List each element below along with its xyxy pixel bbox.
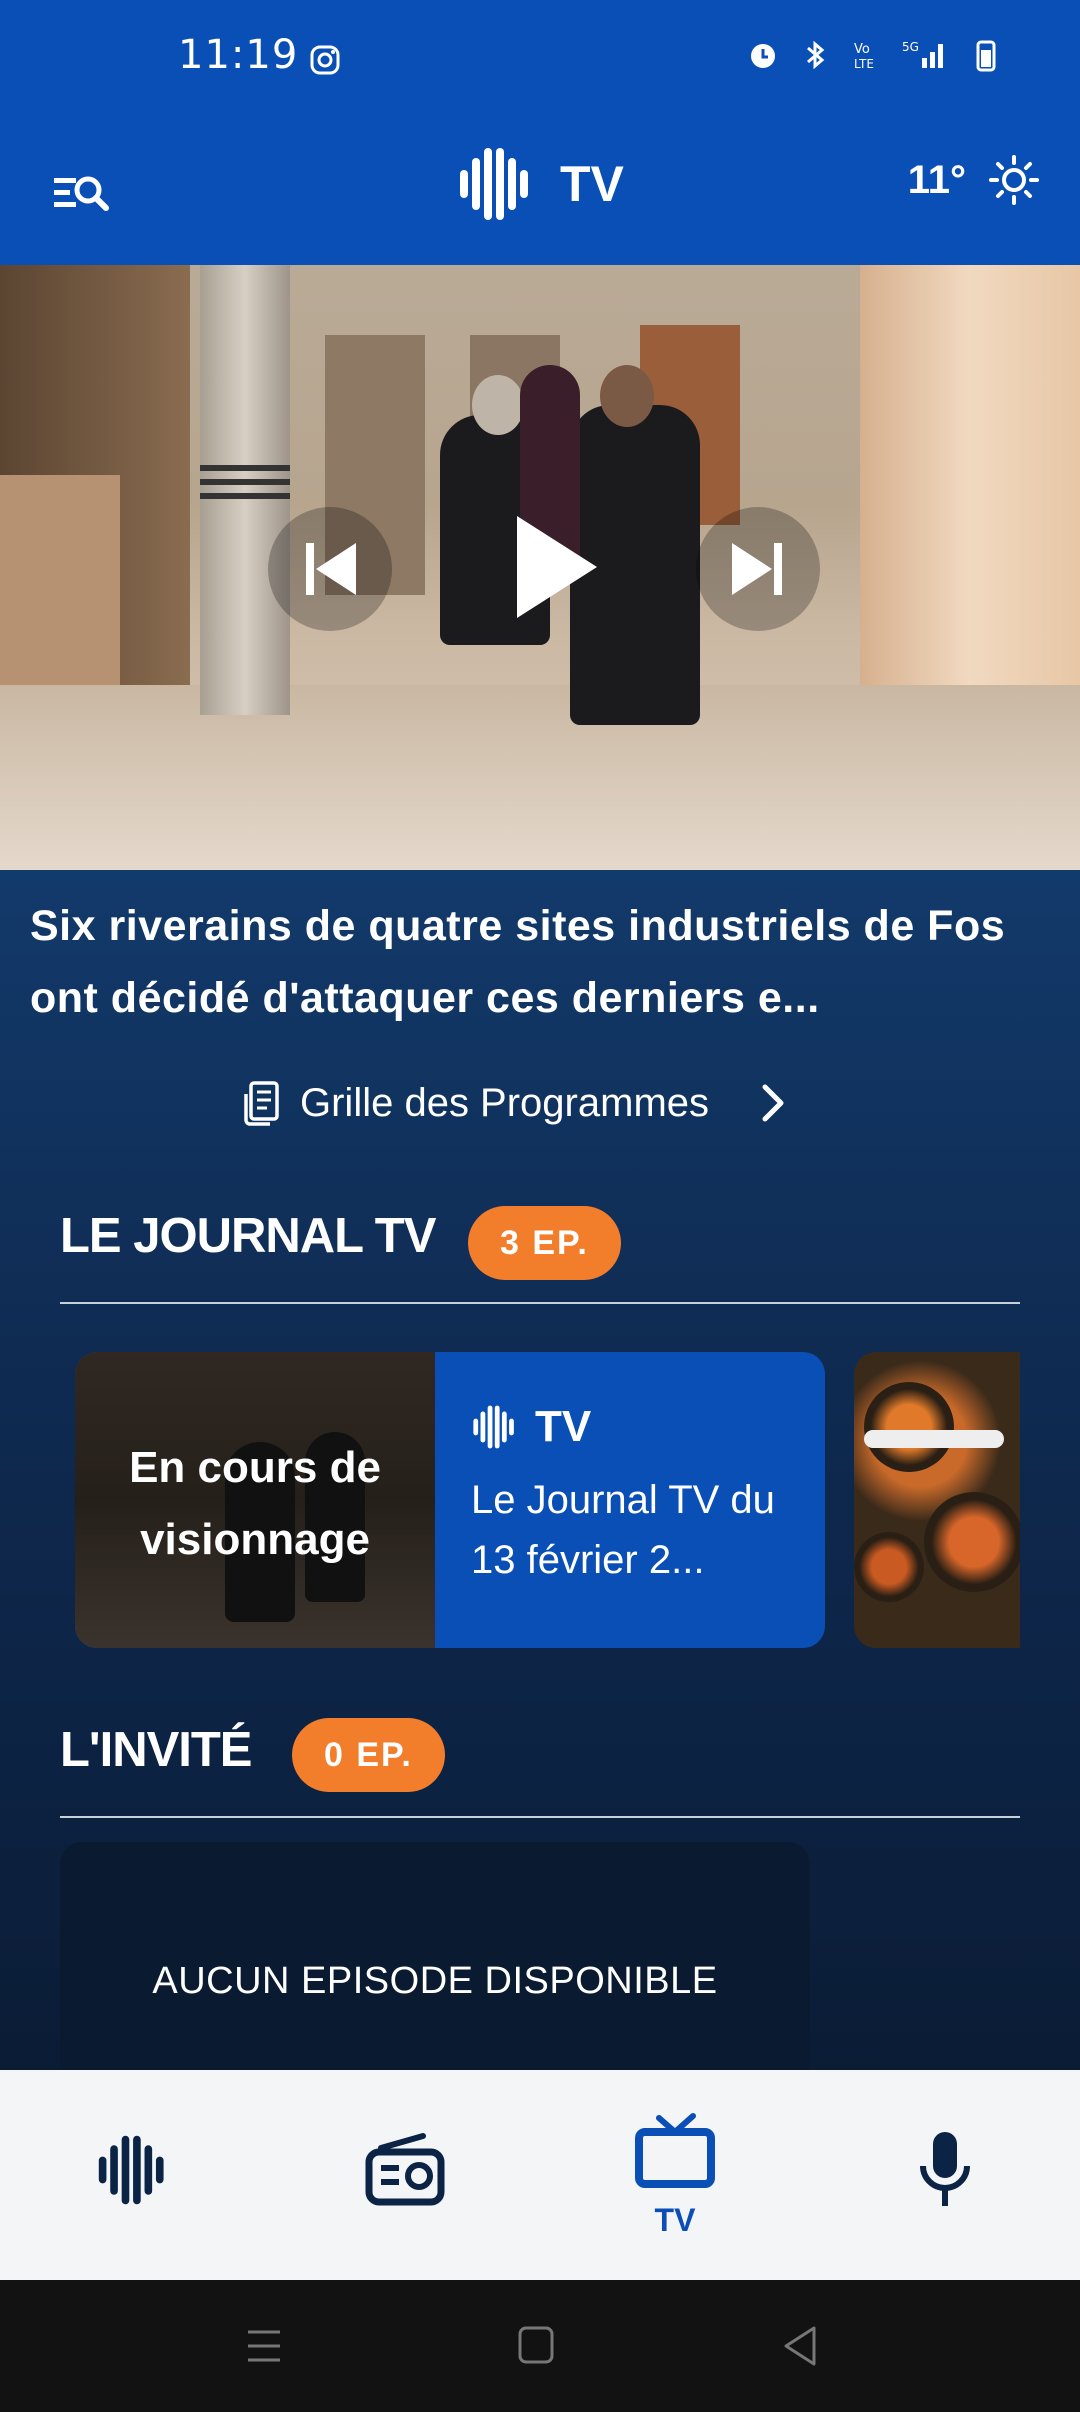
nav-item-home[interactable] [80,2070,190,2280]
skip-previous-icon [306,543,356,595]
battery-icon [976,40,996,72]
status-icons: Vo LTE 5G [746,38,1002,72]
volte-icon: VoLTE [854,42,874,71]
app-logo: TV [456,142,624,226]
section-divider [60,1302,1020,1304]
card-channel-logo: TV [471,1402,591,1452]
play-icon [517,516,597,618]
video-frame-head [472,375,524,435]
video-player[interactable] [0,265,1080,870]
logo-text: TV [560,156,624,212]
brand-bars-icon [473,1405,514,1449]
instagram-icon [310,45,340,75]
food-image-knife [864,1430,1004,1448]
episode-count-badge: 0 EP. [292,1718,445,1792]
signal-5g-icon: 5G [902,40,943,68]
app-header: TV 11° [0,120,1080,265]
menu-search-icon[interactable] [50,160,114,224]
status-time: 11:19 [178,32,299,78]
weather[interactable]: 11° [908,154,1040,206]
episode-card-partial[interactable] [854,1352,1020,1648]
video-frame-floor [0,685,1080,870]
food-image-shape [924,1492,1020,1592]
previous-button[interactable] [268,507,392,631]
next-button[interactable] [696,507,820,631]
temperature: 11° [907,157,966,202]
svg-text:5G: 5G [902,40,919,54]
empty-state-text: AUCUN EPISODE DISPONIBLE [152,1960,718,2002]
section-title: LE JOURNAL TV [60,1209,436,1263]
content-area: Six riverains de quatre sites industriel… [0,870,1080,2092]
section-title: L'INVITÉ [60,1723,252,1777]
play-button[interactable] [486,497,626,637]
grille-programmes-link[interactable]: Grille des Programmes [242,1080,787,1126]
schedule-icon [244,1081,279,1126]
home-icon[interactable] [516,2320,556,2372]
episode-thumbnail: En cours de visionnage [75,1352,435,1648]
status-bar: 11:19 Vo LTE 5G [0,0,1080,120]
video-frame-head [600,365,654,427]
bottom-navigation: TV [0,2070,1080,2280]
back-icon[interactable] [780,2320,820,2372]
microphone-icon [920,2132,970,2206]
tv-icon [635,2112,715,2188]
nav-label-tv: TV [654,2201,696,2238]
nav-item-podcast[interactable] [890,2070,1000,2280]
section-divider [60,1816,1020,1818]
card-logo-text: TV [535,1402,592,1451]
sun-icon [989,155,1039,205]
episode-card[interactable]: En cours de visionnage TV Le Journal TV … [75,1352,825,1648]
brand-bars-icon [460,148,528,220]
video-headline[interactable]: Six riverains de quatre sites industriel… [30,890,1060,1034]
episode-count-badge: 3 EP. [468,1206,621,1280]
skip-next-icon [732,543,782,595]
empty-state-card: AUCUN EPISODE DISPONIBLE [60,1842,810,2092]
brand-bars-icon [98,2135,164,2205]
episode-title: Le Journal TV du 13 février 2... [471,1478,775,1582]
nav-item-radio[interactable] [350,2070,460,2280]
food-image-shape [864,1382,954,1472]
system-navigation-bar [0,2280,1080,2412]
recent-apps-icon[interactable] [244,2320,284,2372]
video-frame-pillar [200,265,290,715]
alarm-icon [751,44,775,68]
bluetooth-icon [807,40,825,70]
svg-text:LTE: LTE [854,57,874,71]
watching-overlay-text: En cours de visionnage [129,1443,381,1564]
grille-label: Grille des Programmes [300,1080,710,1125]
radio-icon [365,2133,445,2206]
svg-text:Vo: Vo [854,42,870,57]
nav-item-tv[interactable]: TV [620,2070,730,2280]
chevron-right-icon [762,1084,784,1122]
food-image-shape [854,1532,924,1602]
